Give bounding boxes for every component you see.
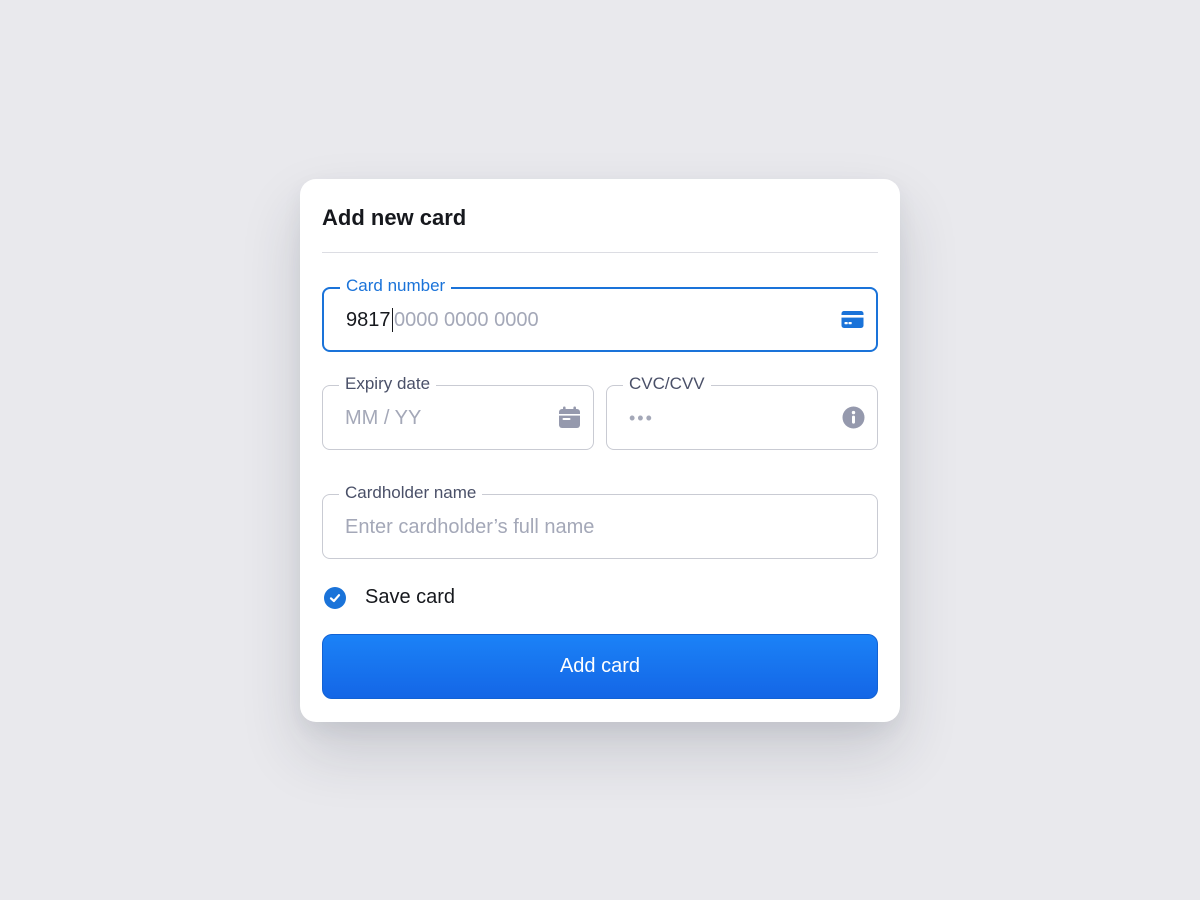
text-caret (391, 307, 393, 332)
info-icon[interactable] (841, 406, 865, 430)
calendar-icon (557, 406, 581, 430)
card-number-label: Card number (340, 275, 452, 297)
expiry-date-input[interactable]: MM / YY (345, 405, 421, 431)
save-card-label: Save card (365, 586, 456, 608)
card-number-value: 9817 (346, 308, 391, 331)
checkmark-icon (329, 593, 341, 602)
card-number-placeholder: 0000 0000 0000 (394, 308, 539, 331)
cardholder-name-field[interactable]: Cardholder name Enter cardholder’s full … (322, 482, 878, 559)
cvc-field[interactable]: CVC/CVV ••• (606, 373, 878, 450)
add-card-modal: Add new card Card number 9817 0000 0000 0… (300, 179, 900, 722)
cvc-label: CVC/CVV (623, 373, 711, 395)
save-card-checkbox[interactable] (324, 586, 346, 609)
expiry-date-field[interactable]: Expiry date MM / YY (322, 373, 594, 450)
expiry-date-label: Expiry date (339, 373, 437, 395)
save-card-row[interactable]: Save card (324, 586, 455, 609)
cardholder-name-input[interactable]: Enter cardholder’s full name (345, 514, 594, 540)
modal-title: Add new card (322, 205, 467, 230)
card-number-field[interactable]: Card number 9817 0000 0000 0000 (322, 275, 878, 352)
title-divider (322, 252, 878, 253)
cardholder-name-label: Cardholder name (339, 482, 483, 504)
add-card-button[interactable]: Add card (322, 634, 878, 699)
cvc-input[interactable]: ••• (629, 405, 654, 431)
card-number-input[interactable]: 9817 0000 0000 0000 (346, 307, 539, 333)
credit-card-icon (840, 308, 864, 332)
